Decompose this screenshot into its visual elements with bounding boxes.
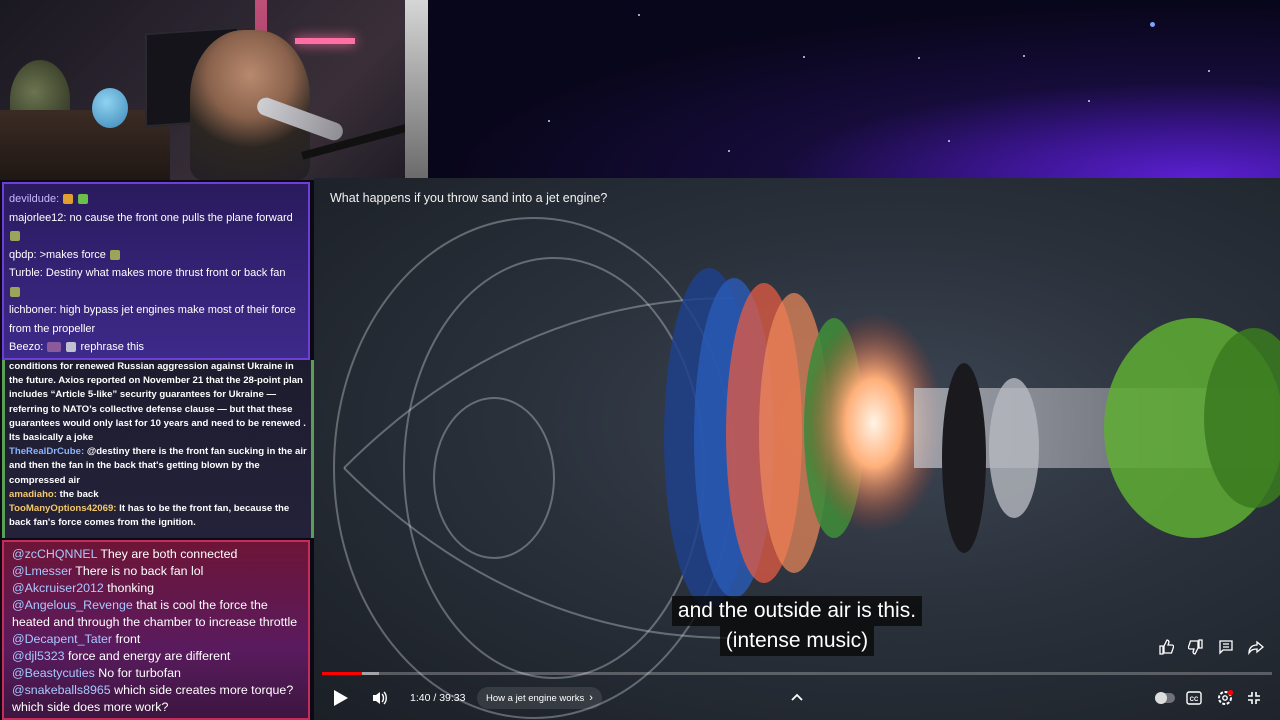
chat-username[interactable]: amadiaho: — [9, 489, 57, 500]
chat-panel-secondary: conditions for renewed Russian aggressio… — [2, 360, 314, 538]
chapter-title: How a jet engine works — [486, 692, 585, 704]
chat-panel-youtube: @zcCHQNNEL They are both connected @Lmes… — [2, 540, 310, 720]
chat-username[interactable]: majorlee12: — [9, 212, 66, 224]
chat-message: Beezo: rephrase this — [9, 338, 303, 357]
chat-message: devildude: — [9, 190, 303, 209]
chat-text: There is no back fan lol — [72, 564, 204, 578]
chat-username[interactable]: @zcCHQNNEL — [12, 547, 97, 561]
svg-text:CC: CC — [1190, 697, 1199, 703]
exit-fullscreen-icon[interactable] — [1247, 681, 1261, 715]
progress-fill — [322, 672, 362, 675]
chat-text: no cause the front one pulls the plane f… — [66, 211, 293, 224]
emote-icon — [109, 249, 120, 260]
chat-text: They are both connected — [97, 547, 238, 561]
volume-icon — [373, 691, 387, 705]
chat-message: @snakeballs8965 which side creates more … — [12, 682, 300, 716]
chat-message: amadiaho: the back — [9, 488, 307, 502]
streamer — [190, 30, 310, 180]
chat-text: No for turbofan — [94, 666, 181, 680]
thumbs-up-icon[interactable] — [1156, 637, 1176, 657]
webcam-feed — [0, 0, 428, 180]
chat-username[interactable]: devildude: — [9, 193, 59, 205]
chat-text: conditions for renewed Russian aggressio… — [9, 361, 306, 444]
chat-message: TooManyOptions42069: It has to be the fr… — [9, 502, 307, 530]
emote-icon — [10, 231, 20, 242]
play-button[interactable] — [330, 681, 350, 715]
chat-message: @Beastycuties No for turbofan — [12, 665, 300, 682]
chat-message: @Akcruiser2012 thonking — [12, 580, 300, 597]
chat-panel-primary: devildude: majorlee12: no cause the fron… — [2, 182, 310, 360]
chat-text: the back — [56, 488, 99, 500]
caption-line: (intense music) — [719, 626, 875, 656]
emote-icon — [47, 342, 62, 353]
chat-message: @djl5323 force and energy are different — [12, 648, 300, 665]
chat-username[interactable]: @Akcruiser2012 — [12, 581, 104, 595]
chat-message: @zcCHQNNEL They are both connected — [12, 546, 300, 563]
emote-icon — [66, 342, 77, 353]
play-icon — [334, 690, 348, 706]
chat-username[interactable]: @djl5323 — [12, 649, 65, 663]
side-strip — [405, 0, 428, 180]
chat-message: conditions for renewed Russian aggressio… — [9, 360, 307, 445]
chat-text: Destiny what makes more thrust front or … — [42, 267, 286, 279]
chat-message: @Decapent_Tater front — [12, 631, 300, 648]
chat-text: thonking — [103, 581, 155, 595]
chapter-button[interactable]: How a jet engine works › — [477, 687, 602, 709]
lamp-light — [295, 38, 355, 44]
chat-username[interactable]: @Angelous_Revenge — [12, 598, 133, 612]
emote-icon — [63, 194, 74, 205]
chat-text: rephrase this — [80, 341, 145, 353]
chat-username[interactable]: @Beastycuties — [12, 666, 95, 680]
chat-message: @Angelous_Revenge that is cool the force… — [12, 597, 300, 631]
autoplay-toggle-icon[interactable] — [1155, 681, 1175, 715]
chat-message: TheRealDrCube: @destiny there is the fro… — [9, 445, 307, 488]
chat-username[interactable]: qbdp: — [9, 249, 37, 261]
captions-icon[interactable]: CC — [1186, 681, 1202, 715]
caption-line: and the outside air is this. — [671, 596, 923, 626]
chat-message: Turble: Destiny what makes more thrust f… — [9, 264, 303, 301]
chat-username[interactable]: @Decapent_Tater — [12, 632, 112, 646]
progress-bar[interactable] — [322, 672, 1272, 675]
video-title[interactable]: What happens if you throw sand into a je… — [330, 191, 607, 205]
volume-button[interactable] — [371, 681, 389, 715]
chat-text: >makes force — [36, 248, 106, 261]
thumbs-down-icon[interactable] — [1186, 637, 1206, 657]
chat-username[interactable]: Beezo: — [9, 341, 43, 353]
chat-username[interactable]: @Lmesser — [12, 564, 72, 578]
player-controls: 1:40 / 39:33 How a jet engine works › CC — [314, 681, 1280, 715]
chat-username[interactable]: TheRealDrCube: — [9, 446, 84, 457]
comment-icon[interactable] — [1216, 637, 1236, 657]
chat-message: @Lmesser There is no back fan lol — [12, 563, 300, 580]
chat-message: qbdp: >makes force — [9, 246, 303, 265]
settings-icon[interactable] — [1216, 681, 1234, 715]
video-player[interactable]: What happens if you throw sand into a je… — [314, 178, 1280, 720]
video-actions — [1156, 637, 1266, 657]
chat-message: lichboner: high bypass jet engines make … — [9, 301, 303, 338]
chevron-right-icon: › — [589, 692, 593, 704]
chat-username[interactable]: Turble: — [9, 267, 43, 279]
chat-username[interactable]: @snakeballs8965 — [12, 683, 111, 697]
captions: and the outside air is this. (intense mu… — [314, 596, 1280, 656]
chat-text: force and energy are different — [64, 649, 231, 663]
chat-text: front — [112, 632, 141, 646]
emote-icon — [78, 194, 89, 205]
share-icon[interactable] — [1246, 637, 1266, 657]
chevron-up-icon[interactable] — [790, 681, 804, 715]
space-background — [428, 0, 1280, 178]
chat-username[interactable]: TooManyOptions42069: — [9, 503, 117, 514]
chat-username[interactable]: lichboner: — [9, 304, 57, 316]
time-display: 1:40 / 39:33 — [410, 692, 466, 704]
chat-message: majorlee12: no cause the front one pulls… — [9, 209, 303, 246]
toy-figure — [92, 88, 128, 128]
emote-icon — [10, 286, 20, 297]
